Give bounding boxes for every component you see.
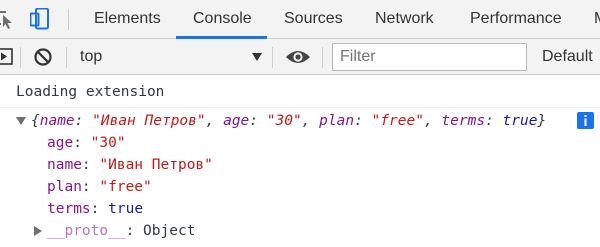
expand-triangle-right-icon[interactable] (33, 226, 43, 236)
toolbar-separator (20, 47, 21, 68)
tab-sources[interactable]: Sources (284, 0, 343, 38)
preview-key: terms (441, 113, 486, 129)
device-toolbar-icon[interactable] (30, 8, 52, 30)
tab-performance[interactable]: Performance (470, 0, 562, 38)
preview-separator: , (205, 113, 224, 129)
log-levels-dropdown[interactable]: Default (542, 45, 593, 69)
proto-value: Object (143, 223, 196, 239)
property-value: true (108, 201, 144, 217)
toolbar-separator (272, 47, 273, 68)
tab-network[interactable]: Network (375, 0, 434, 38)
tab-console[interactable]: Console (193, 0, 252, 38)
console-message-row: Loading extension (0, 75, 600, 108)
filter-box (332, 43, 527, 71)
property-value: "free" (99, 179, 152, 195)
preview-separator: , (301, 113, 320, 129)
tab-bar-separator (68, 9, 69, 30)
dropdown-caret-icon (252, 53, 262, 61)
property-row: plan: "free" (47, 179, 152, 195)
console-log-text: Loading extension (16, 84, 165, 100)
context-select-value: top (80, 48, 103, 65)
property-key: terms (47, 201, 91, 217)
property-row: age: "30" (47, 135, 126, 151)
preview-key: name (39, 113, 75, 129)
preview-key: plan (319, 113, 355, 129)
inspect-element-icon[interactable] (0, 9, 14, 29)
console-toolbar: top Default (0, 39, 600, 75)
console-output: Loading extension {name: "Иван Петров", … (0, 75, 600, 247)
toolbar-separator (66, 47, 67, 68)
clear-console-icon[interactable] (33, 47, 53, 67)
javascript-context-select[interactable]: top (80, 45, 268, 69)
live-expression-eye-icon[interactable] (285, 47, 311, 67)
expand-triangle-down-icon[interactable] (16, 116, 26, 126)
show-sidebar-icon[interactable] (0, 48, 13, 65)
info-icon[interactable] (577, 112, 594, 129)
preview-value: true (502, 113, 538, 129)
property-value: "30" (90, 135, 126, 151)
object-close-brace: } (537, 113, 547, 129)
preview-value: "30" (266, 113, 302, 129)
filter-input[interactable] (340, 47, 520, 67)
tab-elements[interactable]: Elements (94, 0, 161, 38)
proto-row[interactable]: __proto__: Object (47, 221, 195, 241)
preview-key: age (223, 113, 250, 129)
object-open-brace: { (31, 113, 40, 129)
property-value: "Иван Петров" (99, 157, 213, 173)
devtools-tab-bar: Elements Console Sources Network Perform… (0, 0, 600, 39)
property-key: age (47, 135, 74, 151)
toolbar-separator (322, 47, 323, 68)
property-key: name (47, 157, 82, 173)
tab-overflow-truncated[interactable]: M (594, 0, 600, 38)
preview-value: "Иван Петров" (92, 113, 206, 129)
object-preview[interactable]: {name: "Иван Петров", age: "30", plan: "… (31, 111, 546, 131)
preview-separator: , (423, 113, 442, 129)
property-row: name: "Иван Петров" (47, 157, 213, 173)
preview-value: "free" (371, 113, 424, 129)
property-key: plan (47, 179, 82, 195)
proto-key: __proto__ (47, 223, 126, 239)
property-row: terms: true (47, 201, 144, 217)
